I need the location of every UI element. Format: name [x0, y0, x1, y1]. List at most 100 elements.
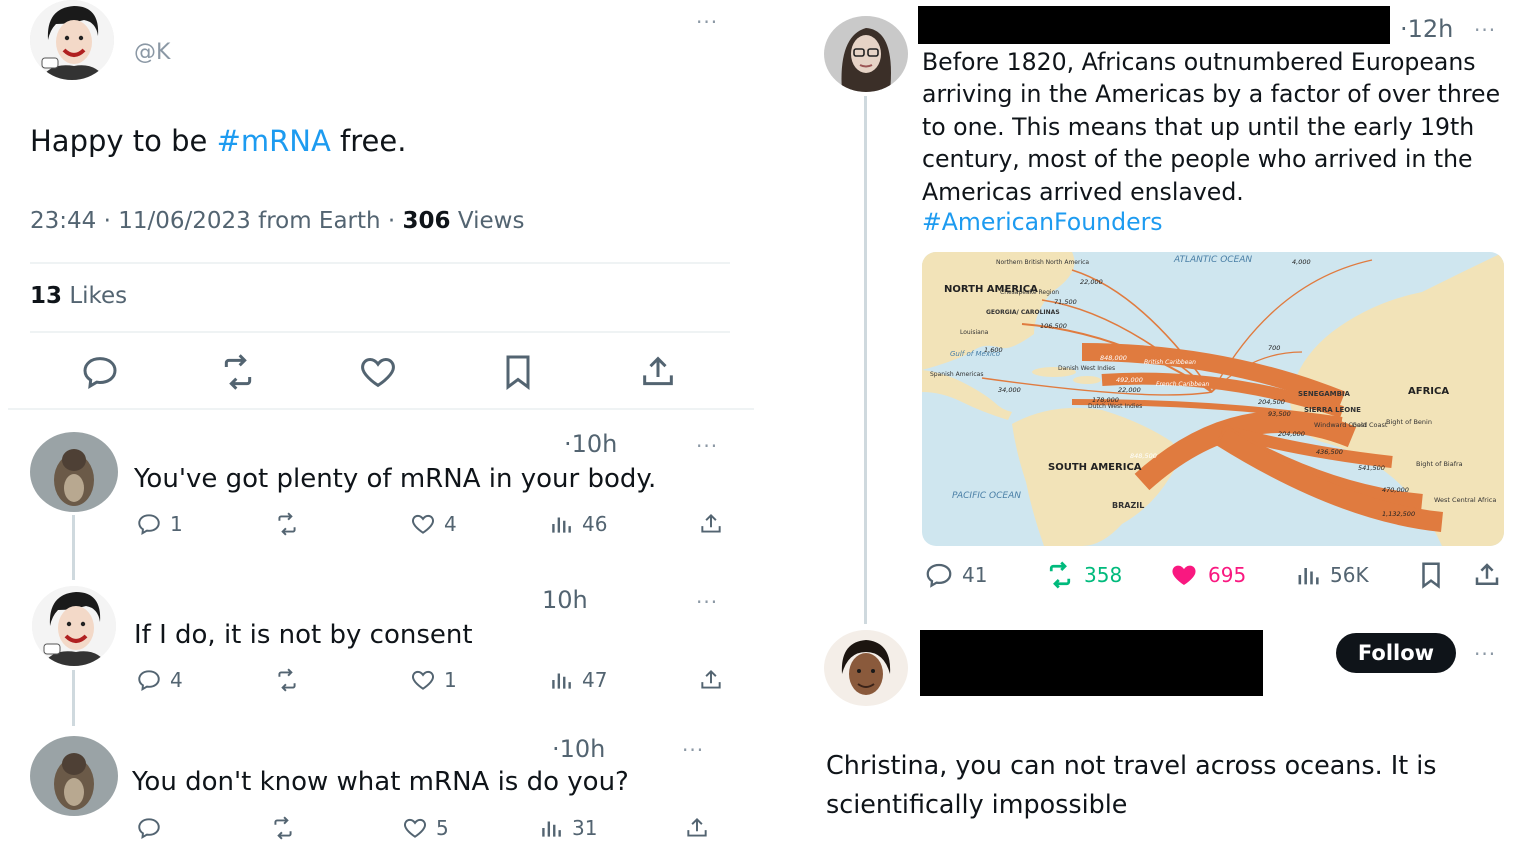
author-avatar[interactable]: [824, 16, 908, 92]
tweet-time[interactable]: ·12h: [1400, 15, 1453, 43]
view-count: 47: [582, 668, 608, 692]
thread-line: [72, 515, 75, 580]
reply-time[interactable]: ·10h: [564, 430, 617, 458]
views-label: Views: [450, 208, 525, 234]
views-button[interactable]: 56K: [1294, 560, 1369, 590]
reply-time[interactable]: ·10h: [552, 735, 605, 763]
retweet-button[interactable]: 358: [1044, 560, 1122, 590]
retweet-icon: [1049, 561, 1071, 589]
like-button[interactable]: 4: [410, 511, 457, 537]
map-number: 492,000: [1116, 376, 1143, 384]
reply-avatar[interactable]: [32, 586, 116, 666]
reply-time[interactable]: 10h: [542, 586, 588, 614]
map-label: Chesapeake Region: [1000, 289, 1059, 296]
map-number: 848,000: [1100, 354, 1127, 362]
map-label: Danish West Indies: [1058, 365, 1115, 372]
more-options-icon[interactable]: ···: [1474, 20, 1496, 40]
like-button[interactable]: [358, 352, 398, 396]
share-icon: [701, 513, 721, 533]
hashtag-link[interactable]: #mRNA: [217, 124, 331, 158]
likes-count: 13: [30, 283, 63, 309]
retweet-button[interactable]: [274, 511, 300, 537]
views-button[interactable]: 31: [538, 815, 597, 841]
retweet-icon: [278, 512, 296, 536]
heart-icon: [412, 514, 434, 534]
reply-count-button[interactable]: [136, 815, 170, 841]
reply-text: Christina, you can not travel across oce…: [826, 750, 1437, 819]
bookmark-button[interactable]: [1416, 560, 1446, 590]
map-label: AFRICA: [1408, 386, 1449, 397]
retweet-icon: [274, 816, 292, 840]
retweet-count: 358: [1084, 563, 1123, 587]
divider: [30, 262, 730, 264]
map-label: SIERRA LEONE: [1304, 406, 1361, 414]
map-number: 204,500: [1258, 398, 1285, 406]
reply-text: You've got plenty of mRNA in your body.: [134, 464, 657, 494]
reply-avatar[interactable]: [824, 630, 908, 706]
reply-icon: [83, 357, 117, 390]
woman-portrait: [824, 630, 908, 706]
retweet-button[interactable]: [274, 667, 300, 693]
woman-glasses-portrait: [824, 16, 908, 92]
like-button[interactable]: 5: [402, 815, 449, 841]
map-number: 1,132,500: [1382, 510, 1415, 518]
map-number: 178,000: [1092, 396, 1119, 404]
reply-count: 41: [962, 563, 988, 587]
heart-icon: [404, 818, 426, 838]
bookmark-button[interactable]: [498, 352, 538, 396]
follow-button[interactable]: Follow: [1336, 633, 1456, 673]
map-label: ATLANTIC OCEAN: [1173, 255, 1252, 265]
reply-count-button[interactable]: 1: [136, 511, 183, 537]
author-handle[interactable]: @K: [134, 40, 170, 65]
thread-line: [864, 96, 867, 624]
map-number: 541,500: [1358, 464, 1385, 472]
share-button[interactable]: [698, 667, 724, 693]
more-options-icon[interactable]: ···: [1474, 644, 1496, 664]
map-number: 34,000: [998, 386, 1021, 394]
more-options-icon[interactable]: ···: [696, 592, 718, 612]
more-options-icon[interactable]: ···: [696, 12, 718, 32]
reply-avatar[interactable]: [30, 736, 118, 816]
reply-count-button[interactable]: 41: [924, 560, 987, 590]
like-button[interactable]: 1: [410, 667, 457, 693]
divider: [30, 331, 730, 333]
reply-avatar[interactable]: [30, 432, 118, 512]
like-count: 1: [444, 668, 457, 692]
map-number: 436,500: [1316, 448, 1343, 456]
map-label: Bight of Biafra: [1416, 460, 1463, 468]
timestamp[interactable]: 23:44 · 11/06/2023 from Earth ·: [30, 208, 403, 234]
reply-button[interactable]: [80, 352, 120, 396]
map-label: West Central Africa: [1434, 496, 1496, 504]
map-label: SOUTH AMERICA: [1048, 462, 1142, 473]
share-button[interactable]: [638, 352, 678, 396]
views-button[interactable]: 47: [548, 667, 607, 693]
share-button[interactable]: [684, 815, 710, 841]
map-label: Gold Coast: [1352, 421, 1388, 429]
hashtag-link[interactable]: #AmericanFounders: [922, 208, 1163, 236]
retweet-button[interactable]: [218, 352, 258, 396]
tweet-text-end: free.: [330, 124, 407, 158]
reply-count-button[interactable]: 4: [136, 667, 183, 693]
share-icon: [643, 356, 673, 386]
map-label: BRAZIL: [1112, 501, 1144, 510]
view-count: 31: [572, 816, 598, 840]
map-number: 700: [1268, 344, 1280, 352]
author-avatar[interactable]: [30, 0, 114, 80]
reply-icon: [138, 670, 160, 692]
slave-trade-map[interactable]: NORTH AMERICA SOUTH AMERICA AFRICA ATLAN…: [922, 252, 1504, 546]
thread-line: [72, 670, 75, 726]
more-options-icon[interactable]: ···: [696, 436, 718, 456]
like-count: 695: [1208, 563, 1247, 587]
likes-summary[interactable]: 13 Likes: [30, 283, 127, 309]
map-number: 71,500: [1054, 298, 1077, 306]
views-button[interactable]: 46: [548, 511, 607, 537]
share-button[interactable]: [698, 511, 724, 537]
retweet-button[interactable]: [270, 815, 296, 841]
bookmark-icon: [506, 355, 530, 390]
share-icon: [1475, 563, 1499, 585]
map-number: 1,600: [984, 346, 1003, 354]
like-button[interactable]: 695: [1168, 560, 1246, 590]
view-count: 46: [582, 512, 608, 536]
more-options-icon[interactable]: ···: [682, 740, 704, 760]
share-button[interactable]: [1472, 560, 1502, 590]
